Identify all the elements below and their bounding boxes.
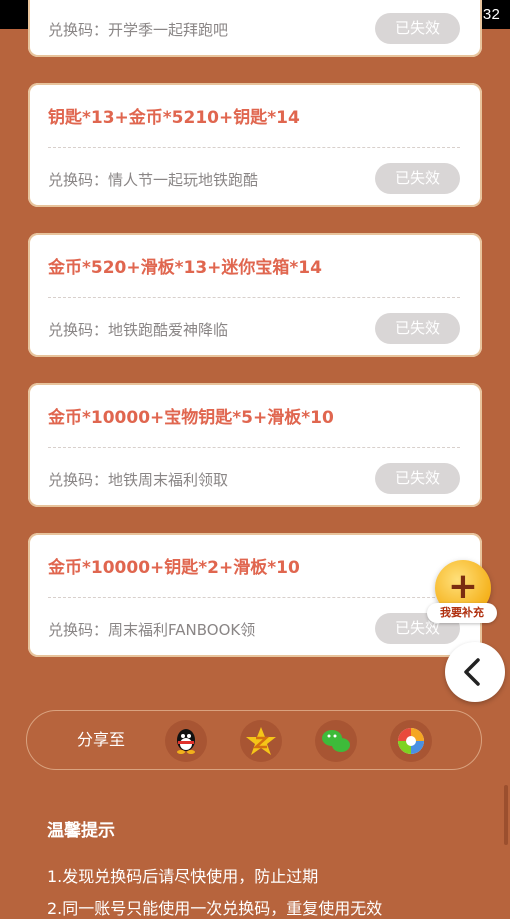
card-code[interactable]: 兑换码：周末福利FANBOOK领 bbox=[48, 619, 255, 640]
card-divider bbox=[48, 297, 460, 298]
expired-badge: 已失效 bbox=[375, 463, 460, 494]
code-label: 兑换码： bbox=[48, 21, 109, 39]
code-value[interactable]: 地铁跑酷爱神降临 bbox=[108, 321, 228, 339]
share-qq-button[interactable] bbox=[165, 720, 207, 762]
code-value[interactable]: 情人节一起玩地铁跑酷 bbox=[108, 171, 258, 189]
expired-badge: 已失效 bbox=[375, 13, 460, 44]
code-label: 兑换码： bbox=[48, 621, 109, 639]
tips-title: 温馨提示 bbox=[47, 821, 115, 841]
code-label: 兑换码： bbox=[48, 321, 109, 339]
card-divider bbox=[48, 447, 460, 448]
card-code[interactable]: 兑换码：开学季一起拜跑吧 bbox=[48, 19, 228, 40]
redeem-card: 钥匙*13+金币*5210+钥匙*14 兑换码：情人节一起玩地铁跑酷 已失效 bbox=[28, 83, 482, 207]
chevron-left-icon bbox=[464, 658, 480, 686]
add-button-label: 我要补充 bbox=[427, 603, 497, 623]
tip-line: 2.同一账号只能使用一次兑换码，重复使用无效 bbox=[47, 899, 383, 918]
add-code-button[interactable]: + 我要补充 bbox=[427, 560, 497, 624]
plus-icon: + bbox=[447, 566, 479, 607]
moments-icon bbox=[398, 728, 424, 754]
expired-badge: 已失效 bbox=[375, 313, 460, 344]
card-code[interactable]: 兑换码：地铁跑酷爱神降临 bbox=[48, 319, 228, 340]
share-qzone-button[interactable] bbox=[240, 720, 282, 762]
share-label: 分享至 bbox=[77, 730, 126, 749]
card-reward-title: 金币*10000+钥匙*2+滑板*10 bbox=[48, 558, 300, 578]
redeem-card: 兑换码：开学季一起拜跑吧 已失效 bbox=[28, 0, 482, 57]
card-reward-title: 金币*520+滑板*13+迷你宝箱*14 bbox=[48, 258, 322, 278]
redeem-card: 金币*10000+宝物钥匙*5+滑板*10 兑换码：地铁周末福利领取 已失效 bbox=[28, 383, 482, 507]
tip-line: 1.发现兑换码后请尽快使用，防止过期 bbox=[47, 867, 319, 886]
code-label: 兑换码： bbox=[48, 471, 109, 489]
scrollbar[interactable] bbox=[504, 785, 508, 845]
card-reward-title: 钥匙*13+金币*5210+钥匙*14 bbox=[48, 108, 300, 128]
qzone-icon bbox=[246, 727, 276, 755]
card-divider bbox=[48, 147, 460, 148]
card-code[interactable]: 兑换码：地铁周末福利领取 bbox=[48, 469, 228, 490]
code-label: 兑换码： bbox=[48, 171, 109, 189]
share-bar: 分享至 bbox=[26, 710, 482, 770]
qq-icon bbox=[177, 729, 195, 754]
code-value[interactable]: 地铁周末福利领取 bbox=[108, 471, 228, 489]
share-wechat-button[interactable] bbox=[315, 720, 357, 762]
card-divider bbox=[48, 597, 460, 598]
card-code[interactable]: 兑换码：情人节一起玩地铁跑酷 bbox=[48, 169, 258, 190]
card-reward-title: 金币*10000+宝物钥匙*5+滑板*10 bbox=[48, 408, 334, 428]
redeem-card: 金币*520+滑板*13+迷你宝箱*14 兑换码：地铁跑酷爱神降临 已失效 bbox=[28, 233, 482, 357]
back-button[interactable] bbox=[445, 642, 505, 702]
code-value[interactable]: 周末福利FANBOOK领 bbox=[108, 621, 255, 639]
code-value[interactable]: 开学季一起拜跑吧 bbox=[108, 21, 228, 39]
share-moments-button[interactable] bbox=[390, 720, 432, 762]
expired-badge: 已失效 bbox=[375, 163, 460, 194]
redeem-card: 金币*10000+钥匙*2+滑板*10 兑换码：周末福利FANBOOK领 已失效 bbox=[28, 533, 482, 657]
wechat-icon bbox=[322, 730, 350, 752]
